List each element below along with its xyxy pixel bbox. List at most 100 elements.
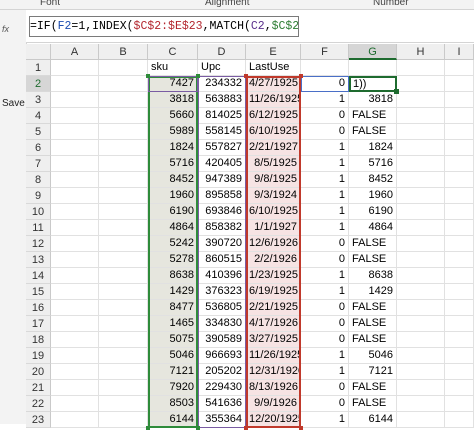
cell[interactable] bbox=[397, 268, 445, 284]
cell[interactable] bbox=[99, 124, 148, 140]
cell[interactable] bbox=[51, 236, 99, 252]
cell[interactable] bbox=[397, 252, 445, 268]
cell-c[interactable]: 5278 bbox=[148, 252, 198, 268]
cell-d[interactable]: 814025 bbox=[198, 108, 246, 124]
cell-d[interactable]: 234332 bbox=[198, 76, 246, 92]
header-cell-c[interactable]: sku bbox=[148, 60, 198, 76]
range-handle[interactable] bbox=[196, 74, 200, 78]
header-cell-e[interactable]: LastUse bbox=[246, 60, 301, 76]
cell-c[interactable]: 1960 bbox=[148, 188, 198, 204]
cell-g[interactable]: FALSE bbox=[349, 396, 397, 412]
cell-f[interactable]: 1 bbox=[301, 172, 349, 188]
header-cell-d[interactable]: Upc bbox=[198, 60, 246, 76]
cell-e[interactable]: 8/5/1925 bbox=[246, 156, 301, 172]
cell[interactable] bbox=[445, 140, 474, 156]
cell[interactable] bbox=[51, 364, 99, 380]
row-header-14[interactable]: 14 bbox=[26, 268, 51, 284]
cell-f[interactable]: 0 bbox=[301, 252, 349, 268]
row-header-1[interactable]: 1 bbox=[26, 60, 51, 76]
cell-d[interactable]: 895858 bbox=[198, 188, 246, 204]
cell[interactable] bbox=[397, 188, 445, 204]
cell[interactable] bbox=[445, 236, 474, 252]
cell-g[interactable]: FALSE bbox=[349, 300, 397, 316]
fill-handle[interactable] bbox=[394, 89, 399, 94]
cell-f[interactable]: 1 bbox=[301, 220, 349, 236]
cell-f[interactable]: 0 bbox=[301, 236, 349, 252]
row-header-7[interactable]: 7 bbox=[26, 156, 51, 172]
cell[interactable] bbox=[397, 108, 445, 124]
cell-c[interactable]: 8477 bbox=[148, 300, 198, 316]
cell-c[interactable]: 1824 bbox=[148, 140, 198, 156]
range-handle[interactable] bbox=[196, 426, 200, 430]
cell-e[interactable]: 11/26/1925 bbox=[246, 348, 301, 364]
cell-c[interactable]: 8503 bbox=[148, 396, 198, 412]
cell-e[interactable]: 8/13/1926 bbox=[246, 380, 301, 396]
column-header-a[interactable]: A bbox=[51, 44, 99, 60]
cell-e[interactable]: 4/17/1926 bbox=[246, 316, 301, 332]
cell[interactable] bbox=[301, 60, 349, 76]
row-header-17[interactable]: 17 bbox=[26, 316, 51, 332]
row-header-13[interactable]: 13 bbox=[26, 252, 51, 268]
cell[interactable] bbox=[99, 204, 148, 220]
cell-c[interactable]: 7121 bbox=[148, 364, 198, 380]
cell[interactable] bbox=[397, 204, 445, 220]
cell-f[interactable]: 1 bbox=[301, 92, 349, 108]
cell-g[interactable]: FALSE bbox=[349, 236, 397, 252]
cell-g[interactable]: FALSE bbox=[349, 108, 397, 124]
cell[interactable] bbox=[445, 92, 474, 108]
cell[interactable] bbox=[99, 188, 148, 204]
cell[interactable] bbox=[349, 60, 397, 76]
cell[interactable] bbox=[51, 188, 99, 204]
cell-e[interactable]: 6/12/1925 bbox=[246, 108, 301, 124]
cell-f[interactable]: 0 bbox=[301, 380, 349, 396]
cell[interactable] bbox=[99, 284, 148, 300]
cell[interactable] bbox=[51, 156, 99, 172]
cell-g[interactable]: 7121 bbox=[349, 364, 397, 380]
column-header-d[interactable]: D bbox=[198, 44, 246, 60]
cell-f[interactable]: 0 bbox=[301, 396, 349, 412]
cell[interactable] bbox=[51, 60, 99, 76]
cell-g[interactable]: 4864 bbox=[349, 220, 397, 236]
cell[interactable] bbox=[397, 332, 445, 348]
cell-d[interactable]: 334830 bbox=[198, 316, 246, 332]
cell[interactable] bbox=[445, 284, 474, 300]
cell-d[interactable]: 558145 bbox=[198, 124, 246, 140]
column-header-c[interactable]: C bbox=[148, 44, 198, 60]
cell-d[interactable]: 410396 bbox=[198, 268, 246, 284]
formula-input[interactable]: =IF(F2=1,INDEX($C$2:$E$23,MATCH(C2,$C$2:… bbox=[29, 16, 299, 37]
cell[interactable] bbox=[99, 156, 148, 172]
cell-f[interactable]: 1 bbox=[301, 364, 349, 380]
cell-g[interactable]: FALSE bbox=[349, 124, 397, 140]
cell-e[interactable]: 6/10/1925 bbox=[246, 204, 301, 220]
cell-d[interactable]: 947389 bbox=[198, 172, 246, 188]
cell-f[interactable]: 0 bbox=[301, 300, 349, 316]
cell[interactable] bbox=[397, 380, 445, 396]
cell[interactable] bbox=[51, 92, 99, 108]
cell[interactable] bbox=[445, 108, 474, 124]
cell[interactable] bbox=[397, 92, 445, 108]
row-header-15[interactable]: 15 bbox=[26, 284, 51, 300]
cell-g[interactable]: 8452 bbox=[349, 172, 397, 188]
cell[interactable] bbox=[51, 412, 99, 428]
row-header-16[interactable]: 16 bbox=[26, 300, 51, 316]
cell[interactable] bbox=[397, 172, 445, 188]
cell-f[interactable]: 0 bbox=[301, 124, 349, 140]
cell-f[interactable]: 0 bbox=[301, 108, 349, 124]
cell-c[interactable]: 7427 bbox=[148, 76, 198, 92]
cell-d[interactable]: 229430 bbox=[198, 380, 246, 396]
cell-c[interactable]: 1465 bbox=[148, 316, 198, 332]
cell-e[interactable]: 6/10/1925 bbox=[246, 124, 301, 140]
column-header-e[interactable]: E bbox=[246, 44, 301, 60]
cell[interactable] bbox=[445, 396, 474, 412]
cell-c[interactable]: 5046 bbox=[148, 348, 198, 364]
cell[interactable] bbox=[445, 60, 474, 76]
cell[interactable] bbox=[99, 364, 148, 380]
row-header-8[interactable]: 8 bbox=[26, 172, 51, 188]
cell[interactable] bbox=[397, 156, 445, 172]
cell-g[interactable]: 8638 bbox=[349, 268, 397, 284]
column-header-b[interactable]: B bbox=[99, 44, 148, 60]
cell[interactable] bbox=[397, 396, 445, 412]
cell-f[interactable]: 1 bbox=[301, 348, 349, 364]
cell-e[interactable]: 3/27/1925 bbox=[246, 332, 301, 348]
cell[interactable] bbox=[445, 172, 474, 188]
